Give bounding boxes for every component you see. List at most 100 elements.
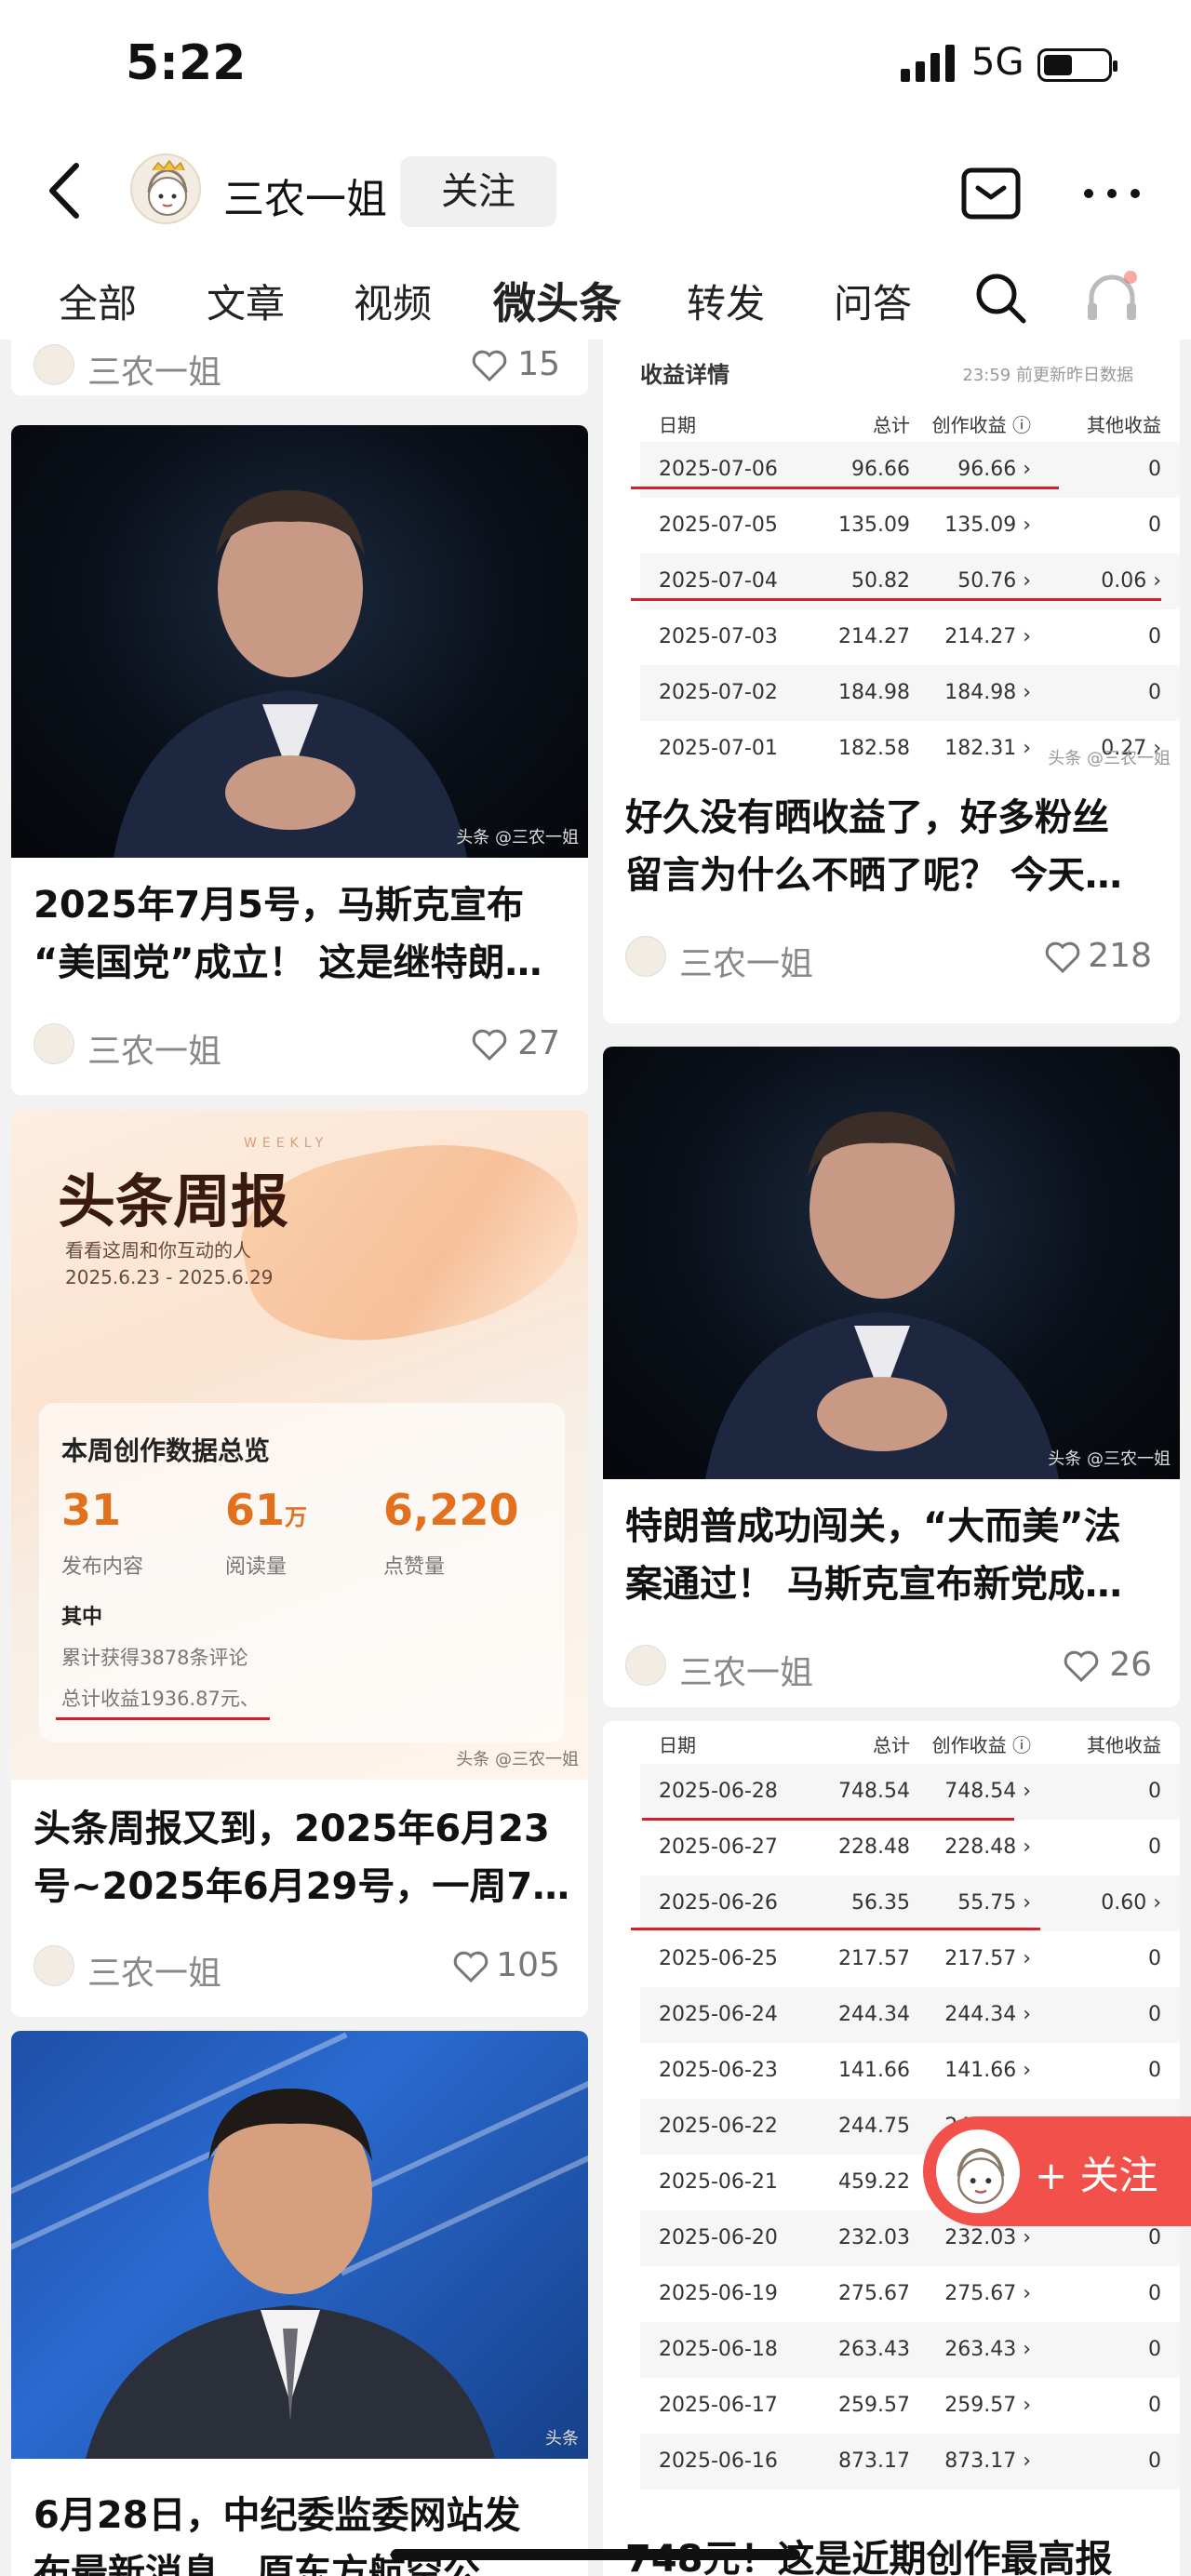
like-icon[interactable] xyxy=(471,1028,508,1061)
table-row[interactable]: 2025-06-18 263.43 263.43 › 0 xyxy=(640,2322,1180,2378)
table-cell: 182.58 xyxy=(838,737,910,760)
highlight-underline xyxy=(631,1928,1040,1930)
highlight-underline xyxy=(56,1717,270,1720)
stat-value: 6,220 xyxy=(383,1485,519,1535)
like-icon[interactable] xyxy=(452,1950,489,1983)
table-cell: 0 xyxy=(1148,681,1161,704)
table-cell: 0.60 › xyxy=(1101,1891,1161,1915)
like-icon[interactable] xyxy=(1044,941,1081,974)
post-meta: 三农一姐 105 xyxy=(33,1942,573,1993)
avatar[interactable] xyxy=(130,153,201,224)
battery-icon xyxy=(1037,48,1117,82)
table-row[interactable]: 2025-07-02 184.98 184.98 › 0 xyxy=(640,665,1180,721)
status-bar: 5:22 5G xyxy=(0,0,1191,140)
stat-label: 发布内容 xyxy=(61,1555,144,1579)
table-row[interactable]: 2025-06-27 228.48 228.48 › 0 xyxy=(640,1820,1180,1875)
table-row[interactable]: 2025-07-06 96.66 96.66 › 0 xyxy=(640,442,1180,498)
tab-all[interactable]: 全部 xyxy=(59,273,137,329)
table-cell: 259.57 xyxy=(838,2394,910,2417)
portrait-illustration-icon xyxy=(705,1112,1059,1479)
tab-qa[interactable]: 问答 xyxy=(834,273,912,329)
post-card[interactable]: 头条 @三农一姐 2025年7月5号，马斯克宣布 “美国党”成立！ 这是继特朗…… xyxy=(11,425,588,1095)
table-cell: 0 xyxy=(1148,625,1161,648)
table-cell: 2025-07-01 xyxy=(659,737,778,760)
post-meta: 三农一姐 218 xyxy=(625,933,1165,983)
message-icon[interactable] xyxy=(961,167,1021,220)
back-icon[interactable] xyxy=(37,158,93,223)
post-title-line: “美国党”成立！ 这是继特朗… xyxy=(33,941,542,984)
table-row[interactable]: 2025-06-17 259.57 259.57 › 0 xyxy=(640,2378,1180,2434)
tab-videos[interactable]: 视频 xyxy=(354,273,432,329)
table-cell: 2025-06-22 xyxy=(659,2115,778,2138)
like-icon[interactable] xyxy=(1063,1649,1100,1683)
table-cell: 182.31 › xyxy=(944,737,1031,760)
table-row[interactable]: 2025-06-19 275.67 275.67 › 0 xyxy=(640,2266,1180,2322)
table-cell: 275.67 xyxy=(838,2282,910,2305)
table-row[interactable]: 2025-06-28 748.54 748.54 › 0 xyxy=(640,1764,1180,1820)
table-row[interactable]: 2025-06-23 141.66 141.66 › 0 xyxy=(640,2043,1180,2099)
earnings-updated-note: 23:59 前更新昨日数据 xyxy=(962,366,1133,385)
table-row[interactable]: 2025-06-26 56.35 55.75 › 0.60 › xyxy=(640,1875,1180,1931)
weekly-date-range: 2025.6.23 - 2025.6.29 xyxy=(65,1266,274,1288)
weekly-stats-panel: 本周创作数据总览 31 61万 6,220 发布内容 阅读量 点赞量 其中 累计… xyxy=(39,1403,565,1742)
table-cell: 244.34 › xyxy=(944,2003,1031,2026)
panel-title: 本周创作数据总览 xyxy=(61,1435,271,1466)
table-cell: 2025-06-16 xyxy=(659,2449,778,2473)
table-row[interactable]: 2025-06-25 217.57 217.57 › 0 xyxy=(640,1931,1180,1987)
home-indicator[interactable] xyxy=(391,2549,800,2560)
table-cell: 748.54 xyxy=(838,1780,910,1803)
post-card[interactable]: WEEKLY 头条周报 看看这周和你互动的人 2025.6.23 - 2025.… xyxy=(11,1110,588,2017)
post-title-line: 号~2025年6月29号，一周7… xyxy=(33,1865,570,1908)
table-row[interactable]: 2025-07-05 135.09 135.09 › 0 xyxy=(640,498,1180,554)
post-card[interactable]: 收益详情 23:59 前更新昨日数据 日期 总计 创作收益 ⓘ 其他收益 202… xyxy=(603,340,1180,1023)
author-avatar xyxy=(625,1645,666,1686)
table-cell: 0 xyxy=(1148,514,1161,537)
column-header: 创作收益 ⓘ xyxy=(931,1734,1031,1756)
column-header: 创作收益 ⓘ xyxy=(931,414,1031,436)
table-cell: 748.54 › xyxy=(944,1780,1031,1803)
table-cell: 2025-06-25 xyxy=(659,1947,778,1970)
table-row[interactable]: 2025-07-04 50.82 50.76 › 0.06 › xyxy=(640,554,1180,609)
tab-micro-posts[interactable]: 微头条 xyxy=(493,270,622,331)
follow-label: + 关注 xyxy=(1035,2153,1158,2198)
table-row[interactable]: 2025-06-24 244.34 244.34 › 0 xyxy=(640,1987,1180,2043)
post-title-line: 头条周报又到，2025年6月23 xyxy=(33,1808,550,1850)
account-name[interactable]: 三农一姐 xyxy=(223,166,387,225)
post-card[interactable]: 头条 6月28日，中纪委监委网站发 布最新消息，原东方航空公 xyxy=(11,2031,588,2576)
post-meta: 三农一姐 27 xyxy=(33,1021,573,1071)
more-icon[interactable] xyxy=(1079,175,1144,212)
author-avatar xyxy=(33,1945,74,1986)
like-icon[interactable] xyxy=(471,349,508,382)
post-title: 2025年7月5号，马斯克宣布 “美国党”成立！ 这是继特朗… xyxy=(33,876,542,992)
table-cell: 217.57 › xyxy=(944,1947,1031,1970)
post-card[interactable]: 三农一姐 15 xyxy=(11,340,588,395)
table-cell: 0 xyxy=(1148,458,1161,481)
among-label: 其中 xyxy=(61,1606,103,1629)
headset-icon[interactable] xyxy=(1084,270,1140,326)
column-header: 总计 xyxy=(873,1734,910,1756)
table-cell: 459.22 xyxy=(838,2170,910,2194)
avatar-illustration-icon xyxy=(147,159,188,216)
table-header: 日期 总计 创作收益 ⓘ 其他收益 xyxy=(640,407,1180,444)
post-title: 头条周报又到，2025年6月23 号~2025年6月29号，一周7… xyxy=(33,1800,569,1915)
table-row[interactable]: 2025-07-03 214.27 214.27 › 0 xyxy=(640,609,1180,665)
table-cell: 244.34 xyxy=(838,2003,910,2026)
table-cell: 228.48 xyxy=(838,1835,910,1859)
author-name: 三农一姐 xyxy=(679,1654,814,1692)
post-card[interactable]: 头条 @三农一姐 特朗普成功闯关，“大而美”法 案通过！ 马斯克宣布新党成… 三… xyxy=(603,1047,1180,1707)
post-title-line: 案通过！ 马斯克宣布新党成… xyxy=(625,1563,1122,1606)
follow-button[interactable]: 关注 xyxy=(400,156,556,227)
column-header: 日期 xyxy=(659,414,696,436)
floating-follow-button[interactable]: + 关注 xyxy=(923,2116,1191,2226)
author-name: 三农一姐 xyxy=(679,945,814,983)
tab-articles[interactable]: 文章 xyxy=(207,273,285,329)
author-avatar xyxy=(625,936,666,977)
post-title-line: 留言为什么不晒了呢？ 今天… xyxy=(625,854,1122,897)
author-avatar xyxy=(33,1023,74,1064)
table-row[interactable]: 2025-06-16 873.17 873.17 › 0 xyxy=(640,2434,1180,2489)
search-icon[interactable] xyxy=(972,270,1028,326)
status-time: 5:22 xyxy=(126,35,247,91)
tab-reposts[interactable]: 转发 xyxy=(687,273,765,329)
image-watermark: 头条 @三农一姐 xyxy=(456,828,579,848)
table-cell: 0 xyxy=(1148,1835,1161,1859)
